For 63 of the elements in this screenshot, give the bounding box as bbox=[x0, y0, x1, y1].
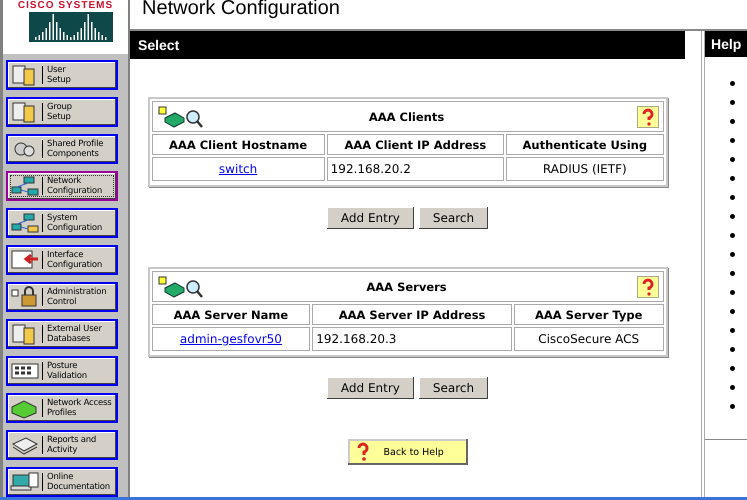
column-header: AAA Client IP Address bbox=[326, 134, 504, 155]
entry-link[interactable]: switch bbox=[218, 162, 258, 176]
logo-text: CISCO SYSTEMS bbox=[18, 0, 114, 12]
table-cell: 192.168.20.3 bbox=[312, 327, 512, 351]
nav-button[interactable]: Online Documentation bbox=[6, 467, 118, 497]
bullet-icon bbox=[730, 328, 735, 333]
nav-button[interactable]: Posture Validation bbox=[6, 356, 118, 386]
bullet-icon bbox=[730, 233, 735, 238]
question-mark-icon bbox=[640, 108, 656, 126]
window-arrow-icon bbox=[10, 249, 40, 271]
help-question-icon[interactable] bbox=[636, 106, 658, 128]
form-button[interactable]: Search bbox=[418, 207, 488, 229]
bullet-icon bbox=[730, 195, 735, 200]
nav-button[interactable]: External User Databases bbox=[6, 319, 118, 349]
device-magnifier-icon bbox=[156, 104, 202, 128]
question-mark-icon bbox=[640, 278, 656, 296]
column-header: AAA Client Hostname bbox=[152, 134, 325, 155]
bullet-icon bbox=[730, 385, 735, 390]
form-button[interactable]: Add Entry bbox=[326, 377, 414, 399]
nav-button[interactable]: System Configuration bbox=[6, 208, 118, 238]
column-header: AAA Server IP Address bbox=[312, 304, 512, 325]
bullet-icon bbox=[730, 138, 735, 143]
panel-title: Select bbox=[138, 37, 180, 53]
nav-button[interactable]: Administration Control bbox=[6, 282, 118, 312]
nav-button[interactable]: Network Access Profiles bbox=[6, 393, 118, 423]
logo-bars-icon bbox=[28, 12, 112, 42]
table-cell: 192.168.20.2 bbox=[326, 157, 504, 181]
nav-button[interactable]: Reports and Activity bbox=[6, 430, 118, 460]
bullet-icon bbox=[730, 271, 735, 276]
table-title: AAA Servers bbox=[365, 280, 448, 294]
bullet-icon bbox=[730, 347, 735, 352]
table-cell: CiscoSecure ACS bbox=[514, 327, 664, 351]
nav-button[interactable]: Shared Profile Components bbox=[6, 134, 118, 164]
bullet-icon bbox=[730, 100, 735, 105]
bullet-icon bbox=[730, 119, 735, 124]
table-title: AAA Clients bbox=[368, 110, 446, 124]
computer-icon bbox=[10, 471, 40, 493]
bullet-icon bbox=[730, 157, 735, 162]
panel-title: Help bbox=[711, 36, 742, 52]
bullet-icon bbox=[730, 366, 735, 371]
bullet-icon bbox=[730, 252, 735, 257]
bullet-icon bbox=[730, 309, 735, 314]
nav-button[interactable]: Network Configuration bbox=[6, 171, 118, 201]
column-header: AAA Server Name bbox=[152, 304, 310, 325]
bullet-icon bbox=[730, 214, 735, 219]
network-arrow-icon bbox=[10, 212, 40, 234]
nav-button[interactable]: Interface Configuration bbox=[6, 245, 118, 275]
table-cell: RADIUS (IETF) bbox=[506, 157, 664, 181]
column-header: Authenticate Using bbox=[506, 134, 664, 155]
form-button[interactable]: Add Entry bbox=[326, 207, 414, 229]
nav-button[interactable]: User Setup bbox=[6, 60, 118, 90]
bullet-icon bbox=[730, 290, 735, 295]
network-icon bbox=[10, 175, 40, 197]
back-to-help-button[interactable]: Back to Help bbox=[348, 439, 468, 465]
help-question-icon[interactable] bbox=[636, 276, 658, 298]
bullet-icon bbox=[730, 404, 735, 409]
device-magnifier-icon bbox=[156, 274, 202, 298]
bullet-icon bbox=[730, 81, 735, 86]
question-mark-icon bbox=[356, 442, 370, 462]
bullet-icon bbox=[730, 176, 735, 181]
nav-button[interactable]: Group Setup bbox=[6, 97, 118, 127]
column-header: AAA Server Type bbox=[514, 304, 664, 325]
form-button[interactable]: Search bbox=[418, 377, 488, 399]
